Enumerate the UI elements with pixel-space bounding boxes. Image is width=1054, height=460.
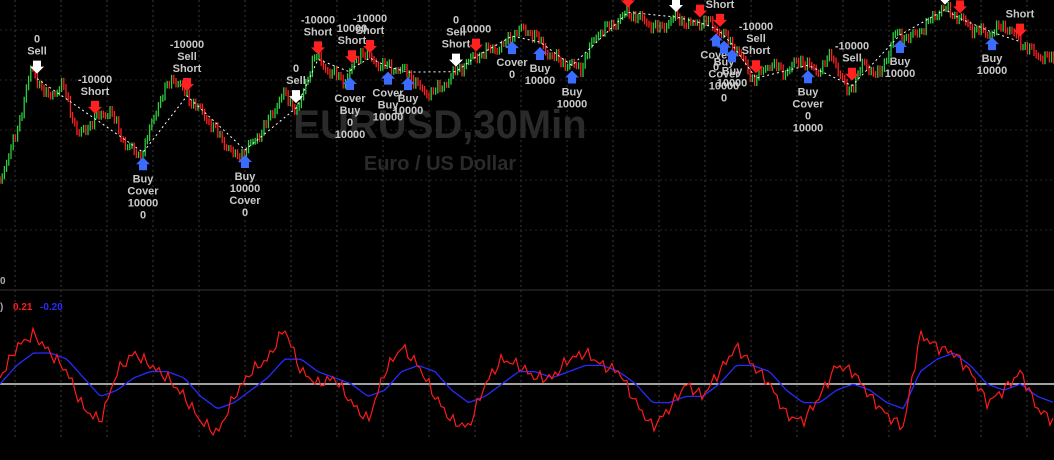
signal-label: Buy xyxy=(982,53,1004,65)
signal-label: Short xyxy=(742,45,771,57)
signal-label: 10000 xyxy=(525,75,556,87)
indicator-value-slow: -0.20 xyxy=(40,302,63,313)
signal-label: Buy xyxy=(340,105,362,117)
signal-label: Short xyxy=(81,86,110,98)
signal-label: Sell xyxy=(286,75,306,87)
signal-label: 0 xyxy=(34,34,40,46)
signal-label: 0 xyxy=(242,207,248,219)
signal-label: Cover xyxy=(792,98,824,110)
signal-label: -10000 xyxy=(78,74,112,86)
signal-label: Cover xyxy=(229,195,261,207)
signal-label: 10000 xyxy=(885,68,916,80)
signal-label: 10000 xyxy=(230,183,261,195)
signal-label: -10000 xyxy=(835,41,869,53)
indicator-value-fast: 0.21 xyxy=(13,302,33,313)
signal-label: 10000 xyxy=(461,24,492,36)
signal-label: Cover xyxy=(334,93,366,105)
signal-label: Buy xyxy=(133,173,155,185)
signal-label: 0 xyxy=(805,110,811,122)
signal-label: Short xyxy=(173,63,202,75)
signal-label: Buy xyxy=(890,56,912,68)
signal-label: 10000 xyxy=(335,129,366,141)
signal-label: Sell xyxy=(27,46,47,58)
signal-label: -10000 xyxy=(353,13,387,25)
signal-label: Buy xyxy=(798,86,820,98)
signal-label: -10000 xyxy=(301,14,335,26)
signal-label: Short xyxy=(706,0,735,11)
signal-label: Sell xyxy=(842,53,862,65)
signal-label: 0 xyxy=(453,15,459,27)
signal-label: Buy xyxy=(398,93,420,105)
signal-label: 0 xyxy=(721,93,727,105)
signal-label: 10000 xyxy=(977,65,1008,77)
signal-label: 10000 xyxy=(128,197,159,209)
signal-label: Short xyxy=(356,25,385,37)
lower-axis-label: 0 xyxy=(0,276,6,287)
signal-label: Cover xyxy=(127,185,159,197)
signal-label: Cover xyxy=(496,57,528,69)
signal-label: Sell xyxy=(746,33,766,45)
indicator-prefix: ) xyxy=(0,302,3,313)
signal-label: Buy xyxy=(562,87,584,99)
signal-label: 0 xyxy=(347,117,353,129)
signal-label: Buy xyxy=(530,63,552,75)
signal-label: 10000 xyxy=(793,122,824,134)
signal-label: 0 xyxy=(140,209,146,221)
watermark-description: Euro / US Dollar xyxy=(364,153,516,175)
signal-label: Short xyxy=(304,26,333,38)
signal-label: -10000 xyxy=(739,21,773,33)
signal-label: 0 xyxy=(293,63,299,75)
signal-label: Sell xyxy=(177,51,197,63)
signal-label: 10000 xyxy=(557,99,588,111)
signal-label: Short xyxy=(442,39,471,51)
signal-label: Short xyxy=(338,35,367,47)
trading-chart: EURUSD,30Min Euro / US Dollar 0Sell-1000… xyxy=(0,0,1054,460)
signal-label: Buy xyxy=(722,65,744,77)
signal-label: 10000 xyxy=(393,105,424,117)
signal-label: -10000 xyxy=(170,39,204,51)
signal-label: Buy xyxy=(235,171,257,183)
signal-label: Short xyxy=(1006,9,1035,21)
signal-label: 10000 xyxy=(717,77,748,89)
signal-label: 0 xyxy=(509,69,515,81)
